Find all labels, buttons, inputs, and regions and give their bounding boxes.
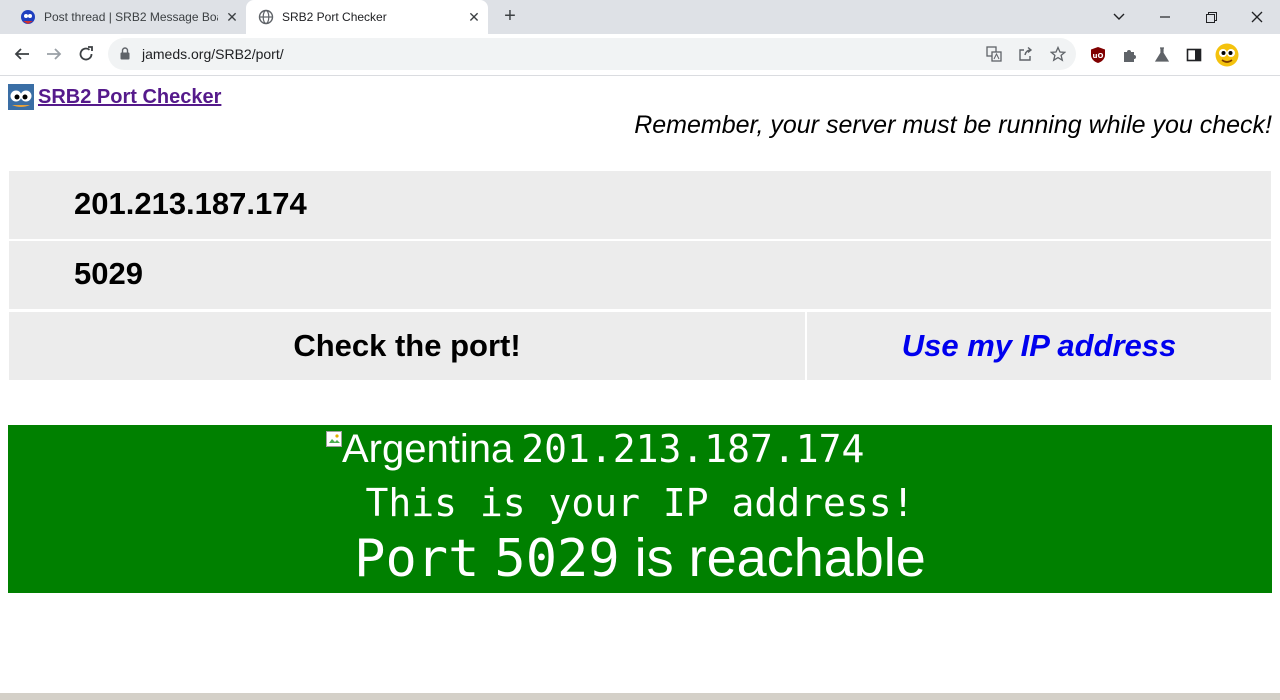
ip-address-input[interactable]: 201.213.187.174 (8, 170, 1272, 240)
tab-search-chevron-icon[interactable] (1096, 0, 1142, 34)
url-text: jameds.org/SRB2/port/ (142, 46, 284, 62)
your-ip-note: This is your IP address! (365, 481, 915, 525)
tab-srb2-message-board[interactable]: Post thread | SRB2 Message Boa ✕ (8, 0, 246, 34)
ip-address-value: 201.213.187.174 (74, 186, 307, 221)
ublock-origin-icon[interactable]: uO (1087, 44, 1109, 66)
restore-icon[interactable] (1188, 0, 1234, 34)
check-port-button[interactable]: Check the port! (8, 311, 806, 381)
tab-strip: Post thread | SRB2 Message Boa ✕ SRB2 Po… (0, 0, 1280, 34)
tab-srb2-port-checker[interactable]: SRB2 Port Checker ✕ (246, 0, 488, 34)
result-ip: 201.213.187.174 (521, 427, 865, 471)
reachable-status: is reachable (634, 528, 926, 588)
labs-flask-icon[interactable] (1151, 44, 1173, 66)
new-tab-button[interactable]: + (498, 5, 522, 29)
bookmark-star-icon[interactable] (1048, 44, 1068, 64)
country-flag-alt-text: Argentina (342, 427, 514, 471)
minimize-icon[interactable] (1142, 0, 1188, 34)
port-input[interactable]: 5029 (8, 240, 1272, 310)
port-number: 5029 (494, 529, 620, 589)
site-title-link[interactable]: SRB2 Port Checker (38, 86, 221, 109)
share-icon[interactable] (1016, 44, 1036, 64)
result-ip-line: Argentina 201.213.187.174 (326, 427, 864, 472)
extensions-puzzle-icon[interactable] (1119, 44, 1141, 66)
srb2-favicon (21, 10, 35, 24)
tab-title: Post thread | SRB2 Message Boa (44, 10, 218, 24)
taskbar-edge (0, 692, 1280, 700)
use-my-ip-link[interactable]: Use my IP address (806, 311, 1272, 381)
srb2-port-checker-home-link[interactable]: SRB2 Port Checker (8, 84, 221, 110)
side-panel-icon[interactable] (1183, 44, 1205, 66)
server-running-reminder: Remember, your server must be running wh… (634, 111, 1272, 139)
close-window-icon[interactable] (1234, 0, 1280, 34)
broken-image-icon (326, 431, 342, 447)
profile-avatar-icon[interactable] (1214, 42, 1240, 68)
close-tab-icon[interactable]: ✕ (460, 9, 488, 26)
port-value: 5029 (74, 256, 143, 291)
back-icon[interactable] (8, 40, 36, 68)
browser-toolbar: jameds.org/SRB2/port/ uO (0, 34, 1280, 76)
address-bar[interactable]: jameds.org/SRB2/port/ (108, 38, 1076, 70)
translate-icon[interactable] (984, 44, 1004, 64)
globe-icon (258, 9, 274, 25)
reload-icon[interactable] (72, 40, 100, 68)
port-word: Port (354, 529, 480, 589)
country-flag-broken-image: Argentina (326, 427, 513, 472)
srb2-logo-icon (8, 84, 34, 110)
forward-icon[interactable] (40, 40, 68, 68)
port-check-result-banner: Argentina 201.213.187.174 This is your I… (8, 425, 1272, 593)
close-tab-icon[interactable]: ✕ (218, 9, 246, 26)
svg-text:uO: uO (1093, 52, 1104, 60)
tab-title: SRB2 Port Checker (282, 10, 387, 24)
lock-icon (120, 47, 130, 60)
port-status-line: Port 5029 is reachable (8, 527, 1272, 589)
